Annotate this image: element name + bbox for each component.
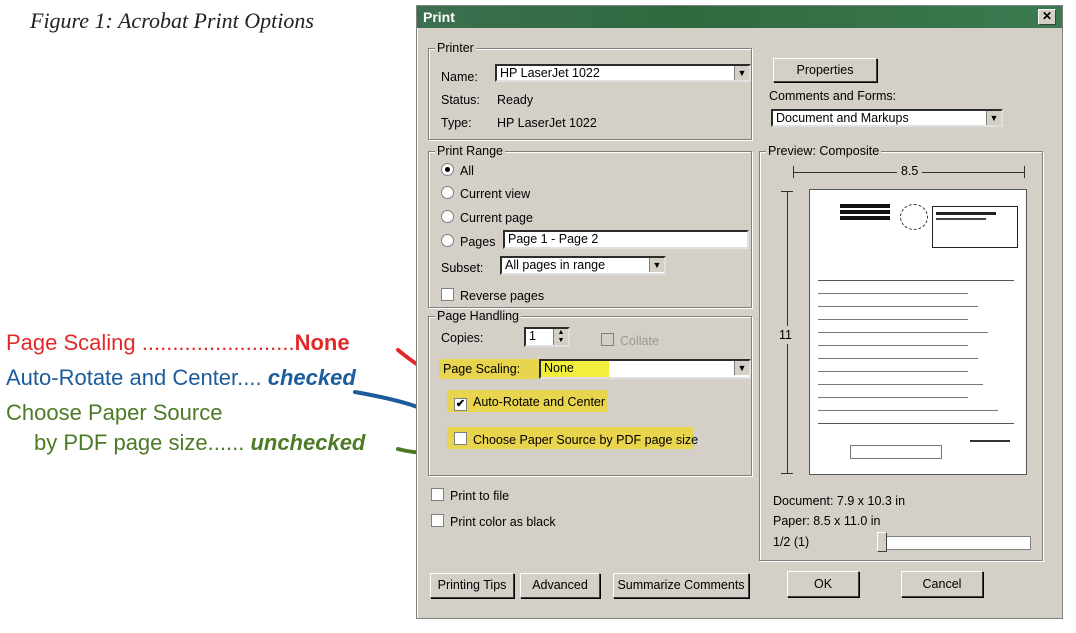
printer-type-label: Type: [441, 116, 472, 130]
preview-height-label: 11 [779, 326, 792, 344]
annotation-paper-line2: by PDF page size...... unchecked [34, 430, 365, 456]
annotation-rotate-value: checked [267, 365, 356, 390]
radio-icon [441, 186, 454, 199]
page-slider-track[interactable] [877, 536, 1031, 550]
ok-button[interactable]: OK [787, 571, 859, 597]
choose-paper-label: Choose Paper Source by PDF page size [473, 433, 699, 447]
copies-label: Copies: [441, 331, 484, 345]
printer-group-label: Printer [435, 41, 476, 55]
checkbox-icon [431, 514, 444, 527]
annotation-scaling-value: None [294, 330, 350, 355]
annotation-paper-value: unchecked [250, 430, 366, 455]
spin-up-icon[interactable]: ▲ [553, 329, 568, 337]
print-to-file-label: Print to file [450, 489, 510, 503]
subset-label: Subset: [441, 261, 484, 275]
dialog-title: Print [423, 9, 455, 25]
cancel-button[interactable]: Cancel [901, 571, 983, 597]
comments-forms-value: Document and Markups [776, 111, 909, 125]
printer-name-label: Name: [441, 70, 478, 84]
width-tick-left [793, 166, 794, 178]
dialog-titlebar: Print ✕ [417, 6, 1062, 28]
checkbox-icon [441, 288, 454, 301]
annotation-scaling-label: Page Scaling ......................... [6, 330, 295, 355]
range-all-label: All [460, 164, 474, 178]
copies-stepper[interactable]: 1 ▲ ▼ [524, 327, 570, 347]
printer-status-label: Status: [441, 93, 480, 107]
print-range-label: Print Range [435, 144, 506, 158]
pages-range-value: Page 1 - Page 2 [508, 232, 599, 246]
subset-select[interactable]: All pages in range ▼ [500, 256, 666, 275]
document-size: Document: 7.9 x 10.3 in [773, 494, 906, 508]
reverse-pages-checkbox[interactable]: Reverse pages [441, 288, 544, 303]
auto-rotate-label: Auto-Rotate and Center [473, 395, 606, 409]
height-tick-bottom [781, 473, 793, 474]
annotation-paper-line1: Choose Paper Source [6, 400, 223, 425]
annotation-paper-label: by PDF page size...... [34, 430, 251, 455]
range-current-view-radio[interactable]: Current view [441, 186, 530, 201]
radio-icon [441, 210, 454, 223]
comments-forms-select[interactable]: Document and Markups ▼ [771, 109, 1003, 127]
checkbox-icon [601, 333, 614, 346]
chevron-down-icon[interactable]: ▼ [649, 258, 664, 272]
annotation-page-scaling: Page Scaling .........................No… [6, 330, 350, 356]
page-scaling-value: None [544, 361, 574, 375]
range-current-page-radio[interactable]: Current page [441, 210, 533, 225]
chevron-down-icon[interactable]: ▼ [734, 66, 749, 80]
annotation-auto-rotate: Auto-Rotate and Center.... checked [6, 365, 356, 391]
preview-page-thumbnail [809, 189, 1027, 475]
range-current-page-label: Current page [460, 211, 533, 225]
range-current-view-label: Current view [460, 187, 531, 201]
page-indicator: 1/2 (1) [773, 535, 810, 549]
printer-status-value: Ready [497, 93, 534, 107]
preview-group-label: Preview: Composite [766, 144, 882, 158]
collate-checkbox[interactable]: Collate [601, 333, 659, 348]
properties-button[interactable]: Properties [773, 58, 877, 82]
print-color-black-label: Print color as black [450, 515, 556, 529]
range-pages-label: Pages [460, 235, 496, 249]
reverse-pages-label: Reverse pages [460, 289, 545, 303]
collate-label: Collate [620, 334, 659, 348]
chevron-down-icon[interactable]: ▼ [734, 361, 749, 375]
print-color-black-checkbox[interactable]: Print color as black [431, 514, 556, 529]
annotation-rotate-label: Auto-Rotate and Center.... [6, 365, 268, 390]
print-dialog: Print ✕ Printer Name: HP LaserJet 1022 ▼… [416, 5, 1063, 619]
spin-down-icon[interactable]: ▼ [553, 337, 568, 345]
summarize-comments-button[interactable]: Summarize Comments [613, 573, 749, 598]
print-to-file-checkbox[interactable]: Print to file [431, 488, 509, 503]
figure-caption: Figure 1: Acrobat Print Options [30, 8, 314, 33]
page-slider-thumb[interactable] [877, 532, 887, 552]
page-scaling-label: Page Scaling: [443, 362, 521, 376]
preview-width-label: 8.5 [897, 164, 923, 178]
close-icon[interactable]: ✕ [1038, 9, 1056, 25]
range-all-radio[interactable]: All [441, 163, 474, 178]
chevron-down-icon[interactable]: ▼ [986, 111, 1001, 125]
printer-name-select[interactable]: HP LaserJet 1022 ▼ [495, 64, 751, 82]
printer-name-value: HP LaserJet 1022 [500, 66, 600, 80]
pages-range-input[interactable]: Page 1 - Page 2 [503, 230, 749, 249]
radio-selected-icon [441, 163, 454, 176]
checkbox-icon [431, 488, 444, 501]
paper-size: Paper: 8.5 x 11.0 in [773, 514, 881, 528]
page-scaling-select[interactable]: None ▼ [539, 359, 751, 379]
checkbox-icon [454, 432, 467, 445]
range-pages-radio[interactable]: Pages [441, 234, 495, 249]
copies-value: 1 [529, 329, 536, 343]
checked-icon: ✔ [454, 398, 467, 411]
printing-tips-button[interactable]: Printing Tips [430, 573, 514, 598]
auto-rotate-checkbox[interactable]: ✔ Auto-Rotate and Center [454, 395, 605, 411]
radio-icon [441, 234, 454, 247]
comments-forms-label: Comments and Forms: [769, 89, 897, 103]
choose-paper-checkbox[interactable]: Choose Paper Source by PDF page size [454, 432, 698, 447]
height-tick-top [781, 191, 793, 192]
width-tick-right [1024, 166, 1025, 178]
subset-value: All pages in range [505, 258, 606, 272]
page-handling-label: Page Handling [435, 309, 522, 323]
advanced-button[interactable]: Advanced [520, 573, 600, 598]
printer-type-value: HP LaserJet 1022 [497, 116, 597, 130]
